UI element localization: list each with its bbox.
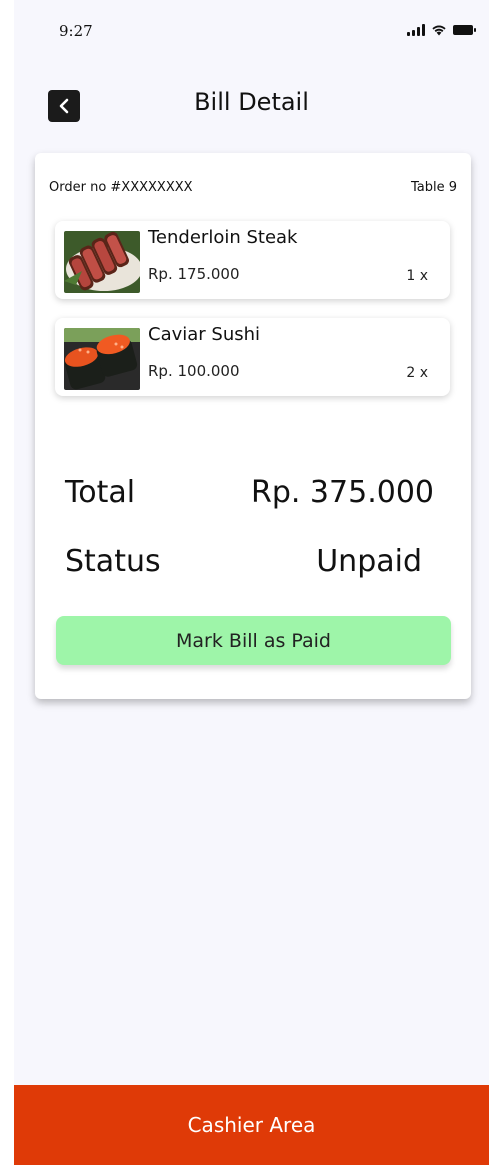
item-quantity: 2 x: [406, 365, 428, 381]
battery-icon: [453, 25, 476, 35]
list-item[interactable]: Tenderloin Steak Rp. 175.000 1 x: [55, 221, 450, 299]
item-name: Tenderloin Steak: [148, 227, 298, 248]
steak-image: [64, 231, 140, 293]
table-number: Table 9: [410, 180, 457, 195]
sushi-image: [64, 328, 140, 390]
status-label: Status: [65, 544, 161, 579]
signal-icon: [407, 24, 425, 36]
order-number: Order no #XXXXXXXX: [49, 180, 193, 195]
item-name: Caviar Sushi: [148, 324, 261, 345]
status-icons: [407, 24, 476, 36]
status-value: Unpaid: [316, 544, 422, 579]
total-label: Total: [65, 475, 136, 510]
bill-card: Order no #XXXXXXXX Table 9 Tenderloin St…: [35, 153, 471, 699]
status-time: 9:27: [59, 22, 93, 40]
list-item[interactable]: Caviar Sushi Rp. 100.000 2 x: [55, 318, 450, 396]
total-value: Rp. 375.000: [250, 475, 434, 510]
item-price: Rp. 100.000: [148, 362, 240, 380]
app-screen: 9:27 Bill Detail Order no #XXXXXXXX Tabl…: [14, 0, 489, 1165]
page-title: Bill Detail: [194, 88, 309, 116]
item-price: Rp. 175.000: [148, 265, 240, 283]
item-quantity: 1 x: [406, 268, 428, 284]
cashier-area-button[interactable]: Cashier Area: [14, 1085, 489, 1165]
mark-bill-paid-button[interactable]: Mark Bill as Paid: [56, 616, 451, 665]
wifi-icon: [432, 25, 446, 36]
